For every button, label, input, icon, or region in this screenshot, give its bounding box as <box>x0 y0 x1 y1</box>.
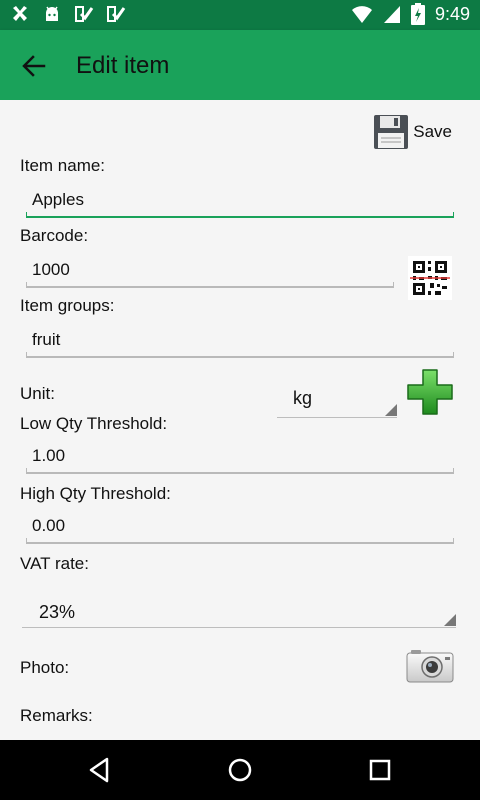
clock: 9:49 <box>434 3 470 24</box>
floppy-disk-icon <box>374 115 409 149</box>
unit-label: Unit: <box>20 384 55 403</box>
home-circle-icon[interactable] <box>224 754 256 786</box>
camera-icon[interactable] <box>406 648 454 684</box>
vat-rate-label: VAT rate: <box>20 554 89 573</box>
app-bar: Edit item <box>0 30 480 100</box>
edit-item-form: Save Item name: Apples Barcode: 1000 Ite… <box>0 100 480 740</box>
back-arrow-icon[interactable] <box>20 52 48 80</box>
wifi-icon <box>351 6 372 23</box>
high-qty-threshold-label: High Qty Threshold: <box>20 484 171 503</box>
item-groups-label: Item groups: <box>20 296 115 315</box>
checklist-icon <box>75 6 94 22</box>
item-groups-value: fruit <box>32 330 61 349</box>
item-name-label: Item name: <box>20 156 106 175</box>
unit-value: kg <box>293 388 313 408</box>
status-bar-notifications <box>10 4 126 24</box>
navigation-bar <box>0 740 480 800</box>
notification-icon <box>13 6 27 21</box>
back-triangle-icon[interactable] <box>84 754 116 786</box>
status-bar-system: 9:49 <box>351 3 470 25</box>
barcode-label: Barcode: <box>20 226 89 245</box>
dropdown-triangle-icon <box>385 404 397 416</box>
high-qty-threshold-value: 0.00 <box>32 516 66 535</box>
recents-square-icon[interactable] <box>364 754 396 786</box>
save-label: Save <box>413 122 452 141</box>
add-unit-plus-icon[interactable] <box>406 368 454 416</box>
battery-icon <box>410 3 425 25</box>
signal-icon <box>383 6 400 23</box>
status-bar: 9:49 <box>0 0 480 30</box>
vat-rate-value: 23% <box>39 602 76 622</box>
save-button[interactable]: Save <box>373 114 452 150</box>
item-name-input[interactable]: Apples <box>26 184 454 218</box>
photo-label: Photo: <box>20 658 70 677</box>
android-icon <box>46 6 58 21</box>
low-qty-threshold-label: Low Qty Threshold: <box>20 414 168 433</box>
page-title: Edit item <box>76 52 170 79</box>
barcode-input[interactable]: 1000 <box>26 254 394 288</box>
low-qty-threshold-input[interactable]: 1.00 <box>26 440 454 474</box>
item-groups-input[interactable]: fruit <box>26 324 454 358</box>
unit-dropdown[interactable]: kg <box>277 382 397 418</box>
high-qty-threshold-input[interactable]: 0.00 <box>26 510 454 544</box>
barcode-value: 1000 <box>32 260 70 279</box>
low-qty-threshold-value: 1.00 <box>32 446 66 465</box>
item-name-value: Apples <box>32 190 84 209</box>
qr-code-scan-icon[interactable] <box>408 256 452 300</box>
dropdown-triangle-icon <box>444 614 456 626</box>
vat-rate-dropdown[interactable]: 23% <box>22 592 456 628</box>
remarks-label: Remarks: <box>20 706 93 725</box>
checklist-icon <box>107 6 126 22</box>
